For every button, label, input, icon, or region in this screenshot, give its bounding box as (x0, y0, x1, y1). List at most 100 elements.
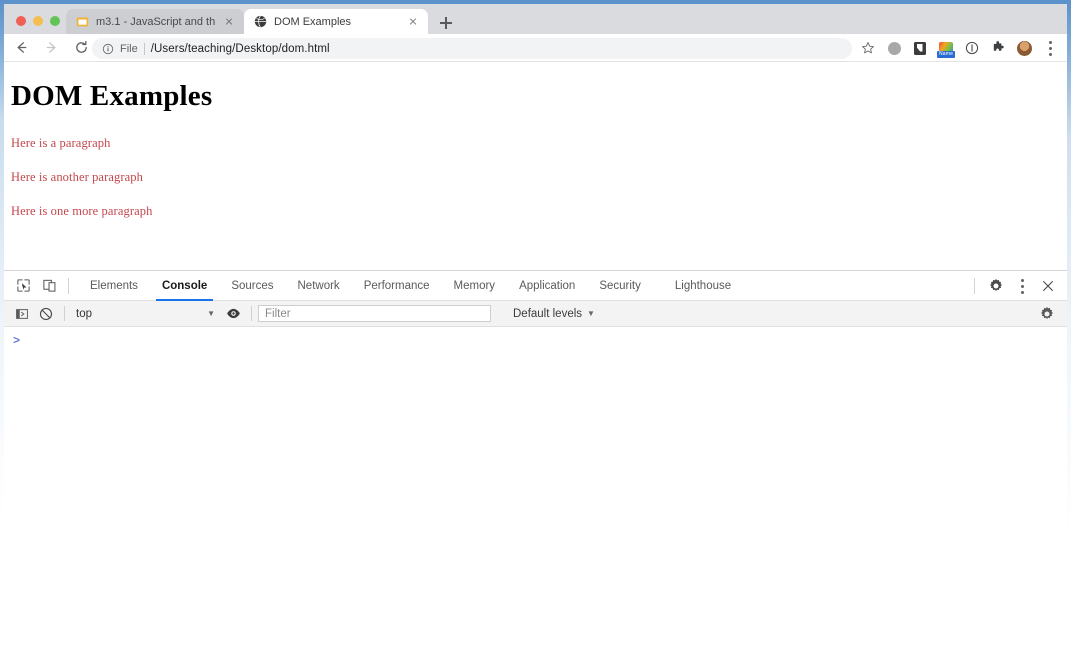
tab-console[interactable]: Console (150, 271, 219, 301)
close-icon (1043, 281, 1053, 291)
chevron-down-icon: ▼ (207, 309, 215, 318)
tab-application-label: Application (519, 279, 576, 292)
browser-tab-2[interactable]: DOM Examples (244, 9, 428, 34)
devtools-close-button[interactable] (1035, 273, 1061, 299)
console-context-label: top (76, 307, 92, 320)
reload-icon (75, 40, 87, 53)
forward-arrow-icon (46, 42, 55, 53)
console-sidebar-toggle-button[interactable] (10, 302, 34, 326)
circled-one-icon (965, 41, 979, 55)
new-tab-button[interactable] (436, 13, 456, 33)
close-window-button[interactable] (16, 16, 26, 26)
tab-network-label: Network (297, 279, 340, 292)
device-toolbar-button[interactable] (36, 273, 62, 299)
tab-memory-label: Memory (453, 279, 496, 292)
console-toolbar-actions (1035, 301, 1059, 327)
browser-tab-2-close-icon[interactable] (406, 15, 420, 29)
kebab-menu-icon (1020, 278, 1024, 294)
avatar (1016, 40, 1032, 56)
tab-lighthouse-label: Lighthouse (674, 279, 732, 292)
page-title: DOM Examples (11, 80, 213, 112)
live-expression-button[interactable] (221, 302, 245, 326)
console-prompt-chevron-icon: > (13, 332, 21, 347)
paragraph-1: Here is a paragraph (11, 136, 111, 150)
tab-performance[interactable]: Performance (352, 271, 442, 301)
clear-console-icon (39, 307, 53, 320)
minimize-window-button[interactable] (33, 16, 43, 26)
console-context-selector[interactable]: top ▼ (71, 304, 221, 324)
url-text: /Users/teaching/Desktop/dom.html (150, 42, 330, 55)
info-circle-icon (102, 43, 114, 54)
tab-memory[interactable]: Memory (442, 271, 508, 301)
console-sidebar-icon (16, 308, 28, 319)
reload-button[interactable] (68, 35, 94, 61)
console-filter-placeholder: Filter (265, 307, 291, 320)
console-filter-input[interactable]: Filter (258, 305, 491, 322)
gray-circle-extension-icon (887, 41, 901, 55)
console-toolbar: top ▼ Filter Default levels ▼ (4, 301, 1067, 327)
devtools-settings-button[interactable] (983, 273, 1009, 299)
browser-tab-1-close-icon[interactable] (222, 15, 236, 29)
maximize-window-button[interactable] (50, 16, 60, 26)
tab-lighthouse[interactable]: Lighthouse (653, 271, 743, 301)
console-output-area[interactable]: > (4, 327, 1067, 658)
address-bar[interactable]: File /Users/teaching/Desktop/dom.html (92, 38, 852, 59)
folder-icon (76, 17, 89, 27)
browser-menu-button[interactable] (1037, 35, 1063, 61)
tab-console-label: Console (161, 279, 208, 292)
devtools-tabbar: Elements Console Sources Network Perform… (4, 271, 1067, 301)
bookmark-star-button[interactable] (855, 35, 881, 61)
tab-sources-label: Sources (231, 279, 274, 292)
omnibox-divider (143, 42, 145, 55)
tab-elements[interactable]: Elements (78, 271, 150, 301)
browser-tab-1[interactable]: m3.1 - JavaScript and the DOM (66, 9, 244, 34)
globe-icon (254, 15, 267, 28)
extension-badge: Name (937, 51, 956, 58)
url-scheme-label: File (120, 42, 138, 55)
devtools-tab-list: Elements Console Sources Network Perform… (78, 271, 743, 301)
console-levels-selector[interactable]: Default levels ▼ (513, 308, 595, 320)
browser-window: m3.1 - JavaScript and the DOM DOM Exampl… (0, 0, 1071, 661)
puzzle-extensions-icon (993, 41, 1004, 51)
clear-console-button[interactable] (34, 302, 58, 326)
tab-security[interactable]: Security (587, 271, 653, 301)
device-toolbar-icon (42, 279, 55, 292)
eye-icon (226, 308, 240, 319)
tab-performance-label: Performance (363, 279, 430, 292)
notion-extension-icon (914, 41, 926, 55)
chevron-down-icon: ▼ (587, 309, 595, 318)
paragraph-2: Here is another paragraph (11, 170, 143, 184)
console-toolbar-divider-2 (251, 306, 252, 321)
browser-tab-2-title: DOM Examples (274, 15, 352, 28)
tab-network[interactable]: Network (286, 271, 352, 301)
back-button[interactable] (8, 35, 34, 61)
forward-button[interactable] (38, 35, 64, 61)
inspect-element-button[interactable] (10, 273, 36, 299)
tab-application[interactable]: Application (507, 271, 587, 301)
page-content: DOM Examples Here is a paragraph Here is… (4, 62, 1067, 262)
devtools-more-button[interactable] (1009, 273, 1035, 299)
color-extension-button[interactable]: Name (933, 35, 959, 61)
gear-icon (1040, 306, 1054, 320)
extensions-button[interactable] (985, 35, 1011, 61)
window-controls (16, 16, 60, 26)
console-settings-button[interactable] (1035, 302, 1059, 326)
devtools-tabbar-actions (966, 271, 1061, 301)
browser-toolbar: File /Users/teaching/Desktop/dom.html Na… (4, 34, 1067, 62)
circled-one-extension-button[interactable] (959, 35, 985, 61)
browser-tab-1-title: m3.1 - JavaScript and the DOM (96, 15, 215, 28)
gray-circle-extension-button[interactable] (881, 35, 907, 61)
notion-extension-button[interactable] (907, 35, 933, 61)
profile-avatar-button[interactable] (1011, 35, 1037, 61)
devtools-panel: Elements Console Sources Network Perform… (4, 270, 1067, 658)
gear-icon (989, 278, 1003, 292)
console-prompt-row[interactable]: > (4, 327, 1067, 347)
color-extension-icon: Name (937, 42, 956, 58)
console-levels-label: Default levels (513, 307, 583, 320)
console-toolbar-divider-1 (64, 306, 65, 321)
tab-strip: m3.1 - JavaScript and the DOM DOM Exampl… (4, 4, 1067, 34)
tab-sources[interactable]: Sources (219, 271, 285, 301)
back-arrow-icon (17, 42, 26, 53)
toolbar-icons: Name (855, 34, 1063, 62)
paragraph-3: Here is one more paragraph (11, 204, 153, 218)
